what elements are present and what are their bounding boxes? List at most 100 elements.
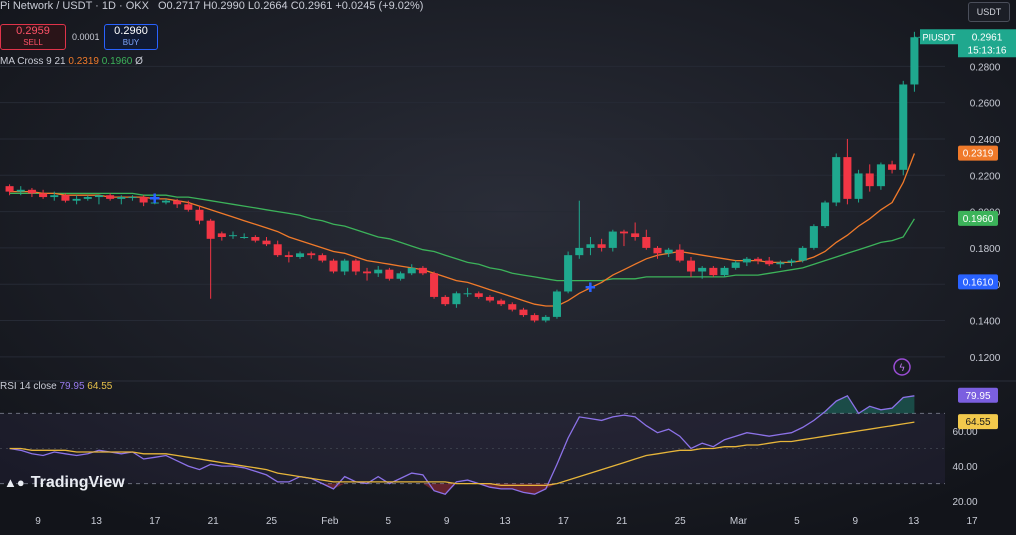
- candle-body: [619, 231, 628, 234]
- candle-body: [430, 273, 439, 297]
- ma-slow-value: 0.1960: [101, 56, 133, 67]
- symbol-tag: PIUSDT: [922, 32, 956, 42]
- candle-body: [497, 300, 506, 305]
- candle-body: [865, 173, 874, 187]
- buy-label: BUY: [122, 38, 140, 47]
- time-tick-label: 21: [208, 516, 220, 527]
- lightning-glyph: ϟ: [899, 363, 906, 374]
- candle-body: [139, 197, 148, 203]
- price-tick-label: 0.1400: [970, 317, 1001, 328]
- candle-body: [284, 255, 293, 257]
- candle-body: [686, 260, 696, 272]
- rsi-band: [0, 413, 945, 484]
- buy-price: 0.2960: [114, 25, 148, 37]
- candle-body: [106, 195, 115, 199]
- candle-body: [385, 269, 394, 279]
- candle-body: [94, 195, 103, 198]
- candle-body: [374, 269, 383, 274]
- candle-body: [452, 293, 461, 305]
- candle-body: [552, 291, 561, 317]
- candle-body: [161, 200, 170, 203]
- sell-button[interactable]: 0.2959 SELL: [0, 24, 66, 50]
- candle-body: [586, 244, 595, 248]
- chart-stage: ✚ ✚ ϟ 60.00 40.00 20.00 0.2800 0.2600 0.2400 0.…: [0, 0, 1016, 530]
- cross-marker-icon: ✚: [585, 281, 596, 296]
- candle-body: [664, 249, 673, 254]
- candle-body: [597, 244, 606, 248]
- candle-body: [653, 247, 662, 254]
- candle-body: [173, 200, 182, 205]
- time-tick-label: 17: [149, 516, 161, 527]
- candle-body: [787, 260, 796, 263]
- spread-value: 0.0001: [72, 32, 100, 42]
- price-tick-label: 0.2800: [970, 62, 1001, 73]
- candle-body: [642, 237, 651, 248]
- ohlc-values: O0.2717 H0.2990 L0.2664 C0.2961 +0.0245 …: [158, 0, 424, 12]
- ma-cross-suffix: Ø: [135, 56, 143, 67]
- currency-button[interactable]: USDT: [968, 2, 1010, 22]
- symbol-title[interactable]: Pi Network / USDT · 1D · OKX: [0, 0, 149, 12]
- candle-body: [396, 273, 405, 279]
- candle-body: [541, 316, 550, 321]
- candle-body: [776, 262, 785, 265]
- sell-price: 0.2959: [16, 25, 50, 37]
- candle-body: [407, 267, 416, 274]
- candle-body: [731, 262, 740, 268]
- price-tick-label: 0.1800: [970, 244, 1001, 255]
- rsi-ma-tag: 64.55: [965, 417, 990, 428]
- candle-body: [575, 247, 584, 256]
- price-tick-label: 0.2400: [970, 135, 1001, 146]
- rsi-value: 79.95: [59, 381, 85, 392]
- candle-body: [251, 237, 260, 241]
- candle-body: [876, 164, 885, 187]
- rsi-tag: 79.95: [965, 391, 990, 402]
- buy-button[interactable]: 0.2960 BUY: [104, 24, 158, 50]
- candle-body: [50, 195, 59, 198]
- candle-body: [240, 237, 249, 238]
- rsi-tick-label: 20.00: [952, 497, 977, 508]
- candle-body: [5, 186, 14, 192]
- time-tick-label: 21: [616, 516, 628, 527]
- time-tick-label: Mar: [730, 516, 748, 527]
- candle-body: [83, 197, 92, 199]
- candle-body: [698, 267, 707, 272]
- candle-body: [117, 197, 126, 199]
- countdown-tag: 15:13:16: [968, 45, 1007, 56]
- candle-body: [474, 293, 483, 297]
- time-tick-label: 9: [35, 516, 41, 527]
- rsi-ma-value: 64.55: [87, 381, 113, 392]
- candle-body: [128, 197, 137, 199]
- rsi-legend[interactable]: RSI 14 close 79.95 64.55: [0, 381, 112, 392]
- candle-body: [318, 255, 327, 261]
- candle-body: [765, 260, 774, 265]
- tradingview-logo[interactable]: ▲● TradingView: [4, 474, 125, 492]
- time-tick-label: 9: [444, 516, 450, 527]
- price-chart[interactable]: ✚✚ϟ 60.0040.0020.00 0.28000.26000.24000.…: [0, 0, 1016, 530]
- ma-fast-value: 0.2319: [68, 56, 99, 67]
- candle-body: [27, 189, 36, 194]
- ma-fast-tag: 0.2319: [963, 149, 994, 160]
- rsi-name: RSI 14 close: [0, 381, 57, 392]
- candle-body: [206, 220, 215, 239]
- candle-body: [39, 193, 48, 198]
- candle-body: [217, 233, 226, 237]
- candle-body: [608, 231, 617, 248]
- candle-body: [351, 260, 360, 272]
- candle-body: [273, 244, 282, 256]
- candle-body: [809, 226, 818, 248]
- candle-body: [821, 202, 830, 227]
- candle-body: [16, 189, 25, 192]
- candle-body: [485, 296, 494, 301]
- ma-cross-legend[interactable]: MA Cross 9 21 0.2319 0.1960 Ø: [0, 56, 143, 67]
- candle-body: [754, 258, 763, 261]
- time-tick-label: 5: [385, 516, 391, 527]
- sell-label: SELL: [23, 38, 43, 47]
- marker-tag: 0.1610: [963, 277, 994, 288]
- ma-slow-tag: 0.1960: [963, 214, 994, 225]
- candle-body: [61, 195, 70, 201]
- cross-marker-icon: ✚: [149, 192, 160, 207]
- time-tick-label: 13: [499, 516, 511, 527]
- candle-body: [329, 260, 338, 272]
- candle-body: [564, 255, 573, 292]
- candle-body: [340, 260, 349, 272]
